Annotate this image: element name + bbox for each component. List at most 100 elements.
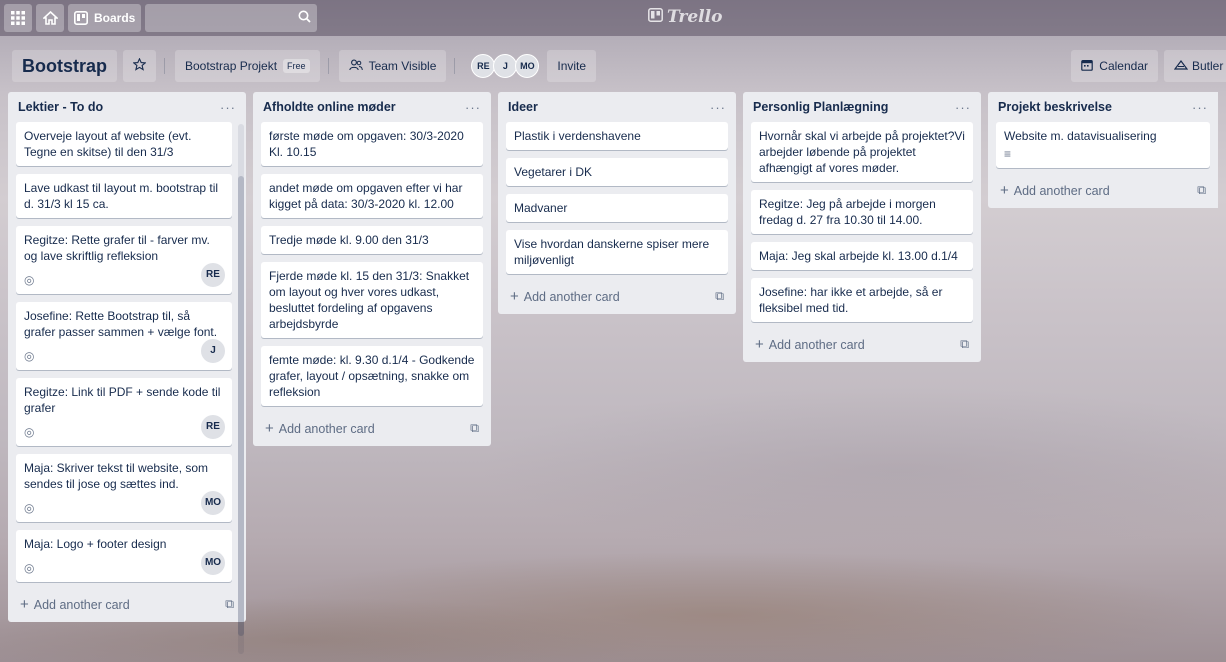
list-personlig-planlaegning: Personlig Planlægning ··· Hvornår skal v… [743,92,981,362]
list-menu-icon[interactable]: ··· [1192,100,1208,115]
board-header: Bootstrap Bootstrap Projekt Free Team Vi… [0,48,1226,84]
card-text: Josefine: har ikke et arbejde, så er fle… [759,285,943,315]
member-avatar[interactable]: J [493,54,518,78]
card[interactable]: femte møde: kl. 9.30 d.1/4 - Godkende gr… [261,346,483,406]
apps-menu-button[interactable] [4,4,32,32]
card[interactable]: Regitze: Link til PDF + sende kode til g… [16,378,232,446]
list-menu-icon[interactable]: ··· [465,100,481,115]
header-divider [327,58,329,74]
list-title[interactable]: Lektier - To do [18,100,103,114]
add-card-button[interactable]: + Add another card ⧉ [751,330,973,358]
card[interactable]: Madvaner [506,194,728,222]
card-template-icon[interactable]: ⧉ [470,421,479,436]
list-header[interactable]: Lektier - To do ··· [16,92,238,122]
watch-eye-icon: ◎ [24,561,35,575]
add-card-button[interactable]: + Add another card ⧉ [506,282,728,310]
list-header[interactable]: Ideer ··· [506,92,728,122]
board-members: RE J MO [471,54,540,78]
card-text: Maja: Skriver tekst til website, som sen… [24,461,209,491]
list-menu-icon[interactable]: ··· [955,100,971,115]
board-header-right: Calendar Butler [1065,50,1226,82]
card[interactable]: Plastik i verdenshavene [506,122,728,150]
card[interactable]: Lave udkast til layout m. bootstrap til … [16,174,232,218]
member-avatar[interactable]: RE [471,54,496,78]
board-title[interactable]: Bootstrap [12,50,117,82]
trello-logo[interactable]: Trello [648,7,722,27]
card[interactable]: andet møde om opgaven efter vi har kigge… [261,174,483,218]
watch-eye-icon: ◎ [24,273,35,287]
team-visibility-icon [348,59,363,74]
add-card-button[interactable]: + Add another card ⧉ [16,590,238,618]
card[interactable]: Regitze: Rette grafer til - farver mv. o… [16,226,232,294]
trello-logo-text: Trello [667,7,723,27]
card[interactable]: Overveje layout af website (evt. Tegne e… [16,122,232,166]
card-member-avatar[interactable]: J [200,338,226,364]
search-input[interactable] [145,4,318,32]
card-text: Madvaner [514,201,568,215]
card-member-avatar[interactable]: RE [200,262,226,288]
list-header[interactable]: Projekt beskrivelse ··· [996,92,1210,122]
card-badges: ◎ RE [24,262,226,288]
list-title[interactable]: Ideer [508,100,538,114]
card-template-icon[interactable]: ⧉ [1197,183,1206,198]
card[interactable]: Hvornår skal vi arbejde på projektet?Vi … [751,122,973,182]
list-menu-icon[interactable]: ··· [220,100,236,115]
list-title[interactable]: Projekt beskrivelse [998,100,1112,114]
card-member-avatar[interactable]: RE [200,414,226,440]
card-container: Overveje layout af website (evt. Tegne e… [16,122,238,582]
calendar-label: Calendar [1099,59,1148,73]
boards-icon [74,11,88,25]
card-text: Regitze: Rette grafer til - farver mv. o… [24,233,210,263]
card-badges: ≡ [1004,146,1202,162]
card-text: Maja: Logo + footer design [24,537,167,551]
butler-button[interactable]: Butler [1164,50,1226,82]
scrollbar-thumb[interactable] [238,176,244,636]
card-text: Maja: Jeg skal arbejde kl. 13.00 d.1/4 [759,249,958,263]
list-scrollbar[interactable] [238,124,244,654]
add-card-button[interactable]: + Add another card ⧉ [996,176,1210,204]
card[interactable]: Maja: Jeg skal arbejde kl. 13.00 d.1/4 [751,242,973,270]
home-button[interactable] [36,4,64,32]
search-icon [298,10,311,26]
card[interactable]: Tredje møde kl. 9.00 den 31/3 [261,226,483,254]
card-template-icon[interactable]: ⧉ [960,337,969,352]
card[interactable]: Josefine: har ikke et arbejde, så er fle… [751,278,973,322]
list-title[interactable]: Afholdte online møder [263,100,396,114]
card[interactable]: Vise hvordan danskerne spiser mere miljø… [506,230,728,274]
card-template-icon[interactable]: ⧉ [225,597,234,612]
card-text: Tredje møde kl. 9.00 den 31/3 [269,233,429,247]
card[interactable]: Vegetarer i DK [506,158,728,186]
card[interactable]: Fjerde møde kl. 15 den 31/3: Snakket om … [261,262,483,338]
card[interactable]: første møde om opgaven: 30/3-2020 Kl. 10… [261,122,483,166]
card-member-avatar[interactable]: MO [200,490,226,516]
list-ideer: Ideer ··· Plastik i verdenshavene Vegeta… [498,92,736,314]
list-header[interactable]: Afholdte online møder ··· [261,92,483,122]
calendar-icon [1081,59,1094,74]
star-board-button[interactable] [123,50,156,82]
list-title[interactable]: Personlig Planlægning [753,100,888,114]
board-lists: Lektier - To do ··· Overveje layout af w… [8,92,1218,654]
card-badges: ◎ MO [24,490,226,516]
list-header[interactable]: Personlig Planlægning ··· [751,92,973,122]
card-member-avatar[interactable]: MO [200,550,226,576]
invite-button[interactable]: Invite [547,50,597,82]
team-button[interactable]: Bootstrap Projekt Free [175,50,320,82]
add-card-button[interactable]: + Add another card ⧉ [261,414,483,442]
card[interactable]: Website m. datavisualisering ≡ [996,122,1210,168]
calendar-button[interactable]: Calendar [1071,50,1158,82]
boards-button[interactable]: Boards [68,4,142,32]
trello-logo-icon [648,7,663,27]
card-text: Lave udkast til layout m. bootstrap til … [24,181,219,211]
card[interactable]: Maja: Logo + footer design ◎ MO [16,530,232,582]
member-avatar[interactable]: MO [515,54,540,78]
card-template-icon[interactable]: ⧉ [715,289,724,304]
card[interactable]: Maja: Skriver tekst til website, som sen… [16,454,232,522]
plus-icon: + [1000,181,1009,199]
list-menu-icon[interactable]: ··· [710,100,726,115]
visibility-button[interactable]: Team Visible [338,50,447,82]
card[interactable]: Regitze: Jeg på arbejde i morgen fredag … [751,190,973,234]
card[interactable]: Josefine: Rette Bootstrap til, så grafer… [16,302,232,370]
plus-icon: + [265,419,274,437]
team-name: Bootstrap Projekt [185,59,278,73]
add-card-label: Add another card [523,289,620,304]
